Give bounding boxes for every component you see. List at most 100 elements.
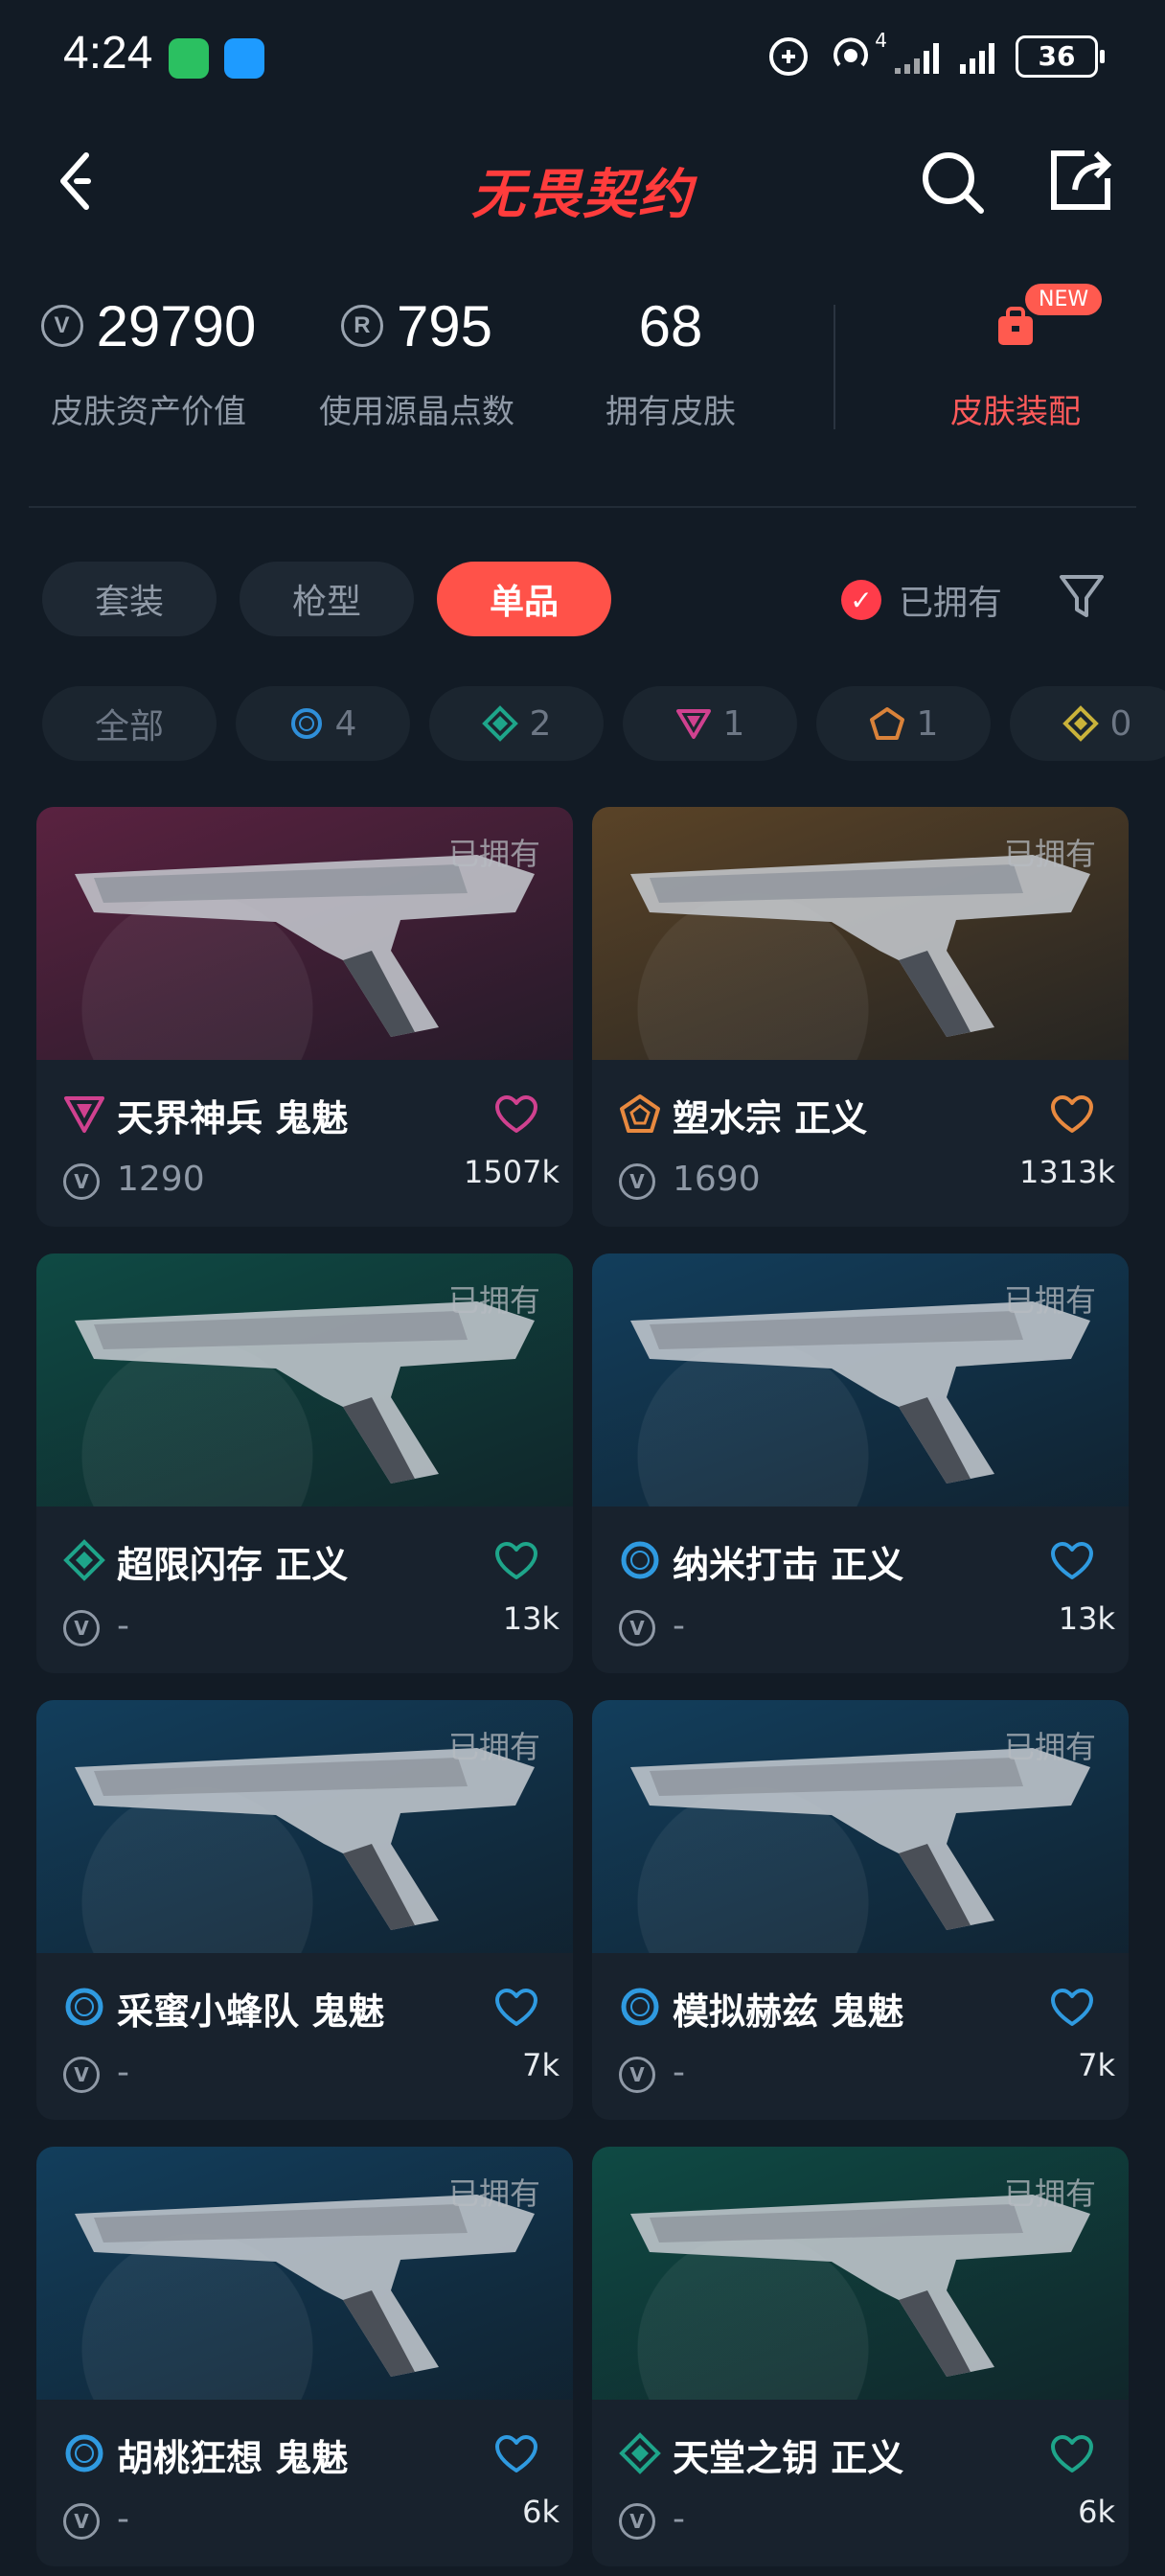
status-icons: 4 36 bbox=[768, 29, 1105, 79]
owned-label: 已拥有 bbox=[447, 1729, 540, 1765]
skin-card[interactable]: 已拥有 天界神兵 鬼魅 V 1290 1507k bbox=[36, 807, 573, 1227]
owned-label: 已拥有 bbox=[1003, 1729, 1096, 1765]
skin-price: - bbox=[673, 2499, 685, 2539]
premium-tier-icon bbox=[675, 709, 711, 739]
check-icon: ✓ bbox=[841, 580, 881, 620]
search-icon[interactable] bbox=[918, 148, 987, 217]
skin-card[interactable]: 已拥有 纳米打击 正义 V - 13k bbox=[592, 1254, 1129, 1673]
heart-icon[interactable] bbox=[494, 1094, 538, 1135]
heart-icon[interactable] bbox=[494, 2434, 538, 2474]
skin-price: - bbox=[117, 2499, 129, 2539]
heart-icon[interactable] bbox=[1050, 1988, 1094, 2028]
deluxe-tier-icon bbox=[63, 1539, 105, 1581]
heart-icon[interactable] bbox=[494, 1541, 538, 1581]
owned-label: 已拥有 bbox=[1003, 2175, 1096, 2212]
skin-name: 采蜜小蜂队 鬼魅 bbox=[117, 1990, 385, 2033]
owned-toggle-label: 已拥有 bbox=[899, 584, 1003, 623]
signal-2-icon bbox=[960, 39, 994, 74]
rarity-chip-select[interactable]: 4 bbox=[236, 686, 410, 761]
owned-label: 已拥有 bbox=[447, 2175, 540, 2212]
owned-label: 已拥有 bbox=[1003, 836, 1096, 872]
rarity-chip-ultra[interactable]: 0 bbox=[1010, 686, 1165, 761]
rarity-chip-deluxe[interactable]: 2 bbox=[429, 686, 604, 761]
radianite-icon: R bbox=[340, 305, 383, 347]
skin-price: - bbox=[673, 2053, 685, 2092]
filter-icon[interactable] bbox=[1058, 571, 1106, 623]
skin-name: 模拟赫兹 鬼魅 bbox=[673, 1990, 904, 2033]
status-time: 4:24 bbox=[63, 28, 153, 79]
skin-card[interactable]: 已拥有 天堂之钥 正义 V - 6k bbox=[592, 2147, 1129, 2566]
owned-toggle[interactable]: ✓ 已拥有 bbox=[841, 575, 1002, 625]
vp-coin-icon: V bbox=[619, 1610, 655, 1646]
ultra-tier-icon bbox=[1062, 705, 1099, 742]
select-tier-icon bbox=[290, 708, 322, 739]
skin-price: 1290 bbox=[117, 1160, 205, 1199]
page-title: 无畏契约 bbox=[471, 164, 694, 226]
vp-coin-icon: V bbox=[619, 2057, 655, 2093]
like-count: 7k bbox=[1078, 2047, 1115, 2083]
skin-price: 1690 bbox=[673, 1160, 761, 1199]
select-tier-icon bbox=[63, 1986, 105, 2028]
owned-label: 已拥有 bbox=[1003, 1282, 1096, 1319]
heart-icon[interactable] bbox=[1050, 2434, 1094, 2474]
skin-price: - bbox=[117, 2053, 129, 2092]
vp-coin-icon: V bbox=[40, 305, 83, 347]
status-bar: 4:24 4 36 bbox=[0, 0, 1165, 115]
skin-card[interactable]: 已拥有 模拟赫兹 鬼魅 V - 7k bbox=[592, 1700, 1129, 2120]
top-bar: 无畏契约 bbox=[0, 134, 1165, 230]
stat-owned-skins: 68 拥有皮肤 bbox=[605, 293, 736, 432]
skin-price: - bbox=[673, 1606, 685, 1645]
premium-tier-icon bbox=[63, 1092, 105, 1135]
like-count: 1507k bbox=[464, 1154, 560, 1190]
wechat-icon bbox=[169, 38, 209, 79]
new-badge: NEW bbox=[1025, 284, 1103, 315]
rarity-chip-exclusive[interactable]: 1 bbox=[816, 686, 991, 761]
like-count: 7k bbox=[522, 2047, 560, 2083]
heart-icon[interactable] bbox=[1050, 1541, 1094, 1581]
select-tier-icon bbox=[619, 1986, 661, 2028]
tab-single-item[interactable]: 单品 bbox=[437, 562, 611, 636]
rarity-chip-all[interactable]: 全部 bbox=[42, 686, 217, 761]
heart-icon[interactable] bbox=[494, 1988, 538, 2028]
vp-coin-icon: V bbox=[619, 1163, 655, 1200]
skin-card[interactable]: 已拥有 采蜜小蜂队 鬼魅 V - 7k bbox=[36, 1700, 573, 2120]
exclusive-tier-icon bbox=[619, 1092, 661, 1135]
skin-card[interactable]: 已拥有 胡桃狂想 鬼魅 V - 6k bbox=[36, 2147, 573, 2566]
hd-call-icon bbox=[769, 37, 808, 76]
stats-panel: V 29790 皮肤资产价值 R 795 使用源晶点数 68 拥有皮肤 NEW 皮肤… bbox=[29, 284, 1140, 450]
battery-icon: 36 bbox=[1016, 35, 1105, 78]
deluxe-tier-icon bbox=[619, 2432, 661, 2474]
skin-card[interactable]: 已拥有 超限闪存 正义 V - 13k bbox=[36, 1254, 573, 1673]
vp-coin-icon: V bbox=[63, 2503, 100, 2540]
skin-name: 胡桃狂想 鬼魅 bbox=[117, 2437, 349, 2479]
share-icon[interactable] bbox=[1046, 146, 1115, 215]
skin-name: 天界神兵 鬼魅 bbox=[117, 1097, 349, 1139]
skin-price: - bbox=[117, 1606, 129, 1645]
skin-card[interactable]: 已拥有 塑水宗 正义 V 1690 1313k bbox=[592, 807, 1129, 1227]
signal-1-icon bbox=[895, 39, 939, 74]
rarity-chip-premium[interactable]: 1 bbox=[623, 686, 797, 761]
owned-label: 已拥有 bbox=[447, 836, 540, 872]
vp-coin-icon: V bbox=[63, 2057, 100, 2093]
category-tabs: 套装 枪型 单品 bbox=[42, 562, 611, 638]
exclusive-tier-icon bbox=[869, 707, 904, 740]
stat-radianite: R 795 使用源晶点数 bbox=[319, 293, 514, 432]
select-tier-icon bbox=[63, 2432, 105, 2474]
select-tier-icon bbox=[619, 1539, 661, 1581]
skin-name: 超限闪存 正义 bbox=[117, 1544, 349, 1586]
tab-bundle[interactable]: 套装 bbox=[42, 562, 217, 636]
network-type: 4 bbox=[875, 29, 887, 52]
skin-name: 塑水宗 正义 bbox=[673, 1097, 868, 1139]
heart-icon[interactable] bbox=[1050, 1094, 1094, 1135]
vp-coin-icon: V bbox=[619, 2503, 655, 2540]
outfit-button[interactable]: NEW 皮肤装配 bbox=[872, 284, 1159, 432]
like-count: 6k bbox=[522, 2494, 560, 2530]
like-count: 6k bbox=[1078, 2494, 1115, 2530]
like-count: 13k bbox=[1058, 1600, 1115, 1637]
tab-weapon-type[interactable]: 枪型 bbox=[240, 562, 414, 636]
skin-name: 纳米打击 正义 bbox=[673, 1544, 904, 1586]
skin-name: 天堂之钥 正义 bbox=[673, 2437, 904, 2479]
vp-coin-icon: V bbox=[63, 1610, 100, 1646]
rarity-filter: 全部 4 2 1 1 0 bbox=[42, 686, 1165, 761]
stat-asset-value: V 29790 皮肤资产价值 bbox=[29, 288, 268, 432]
